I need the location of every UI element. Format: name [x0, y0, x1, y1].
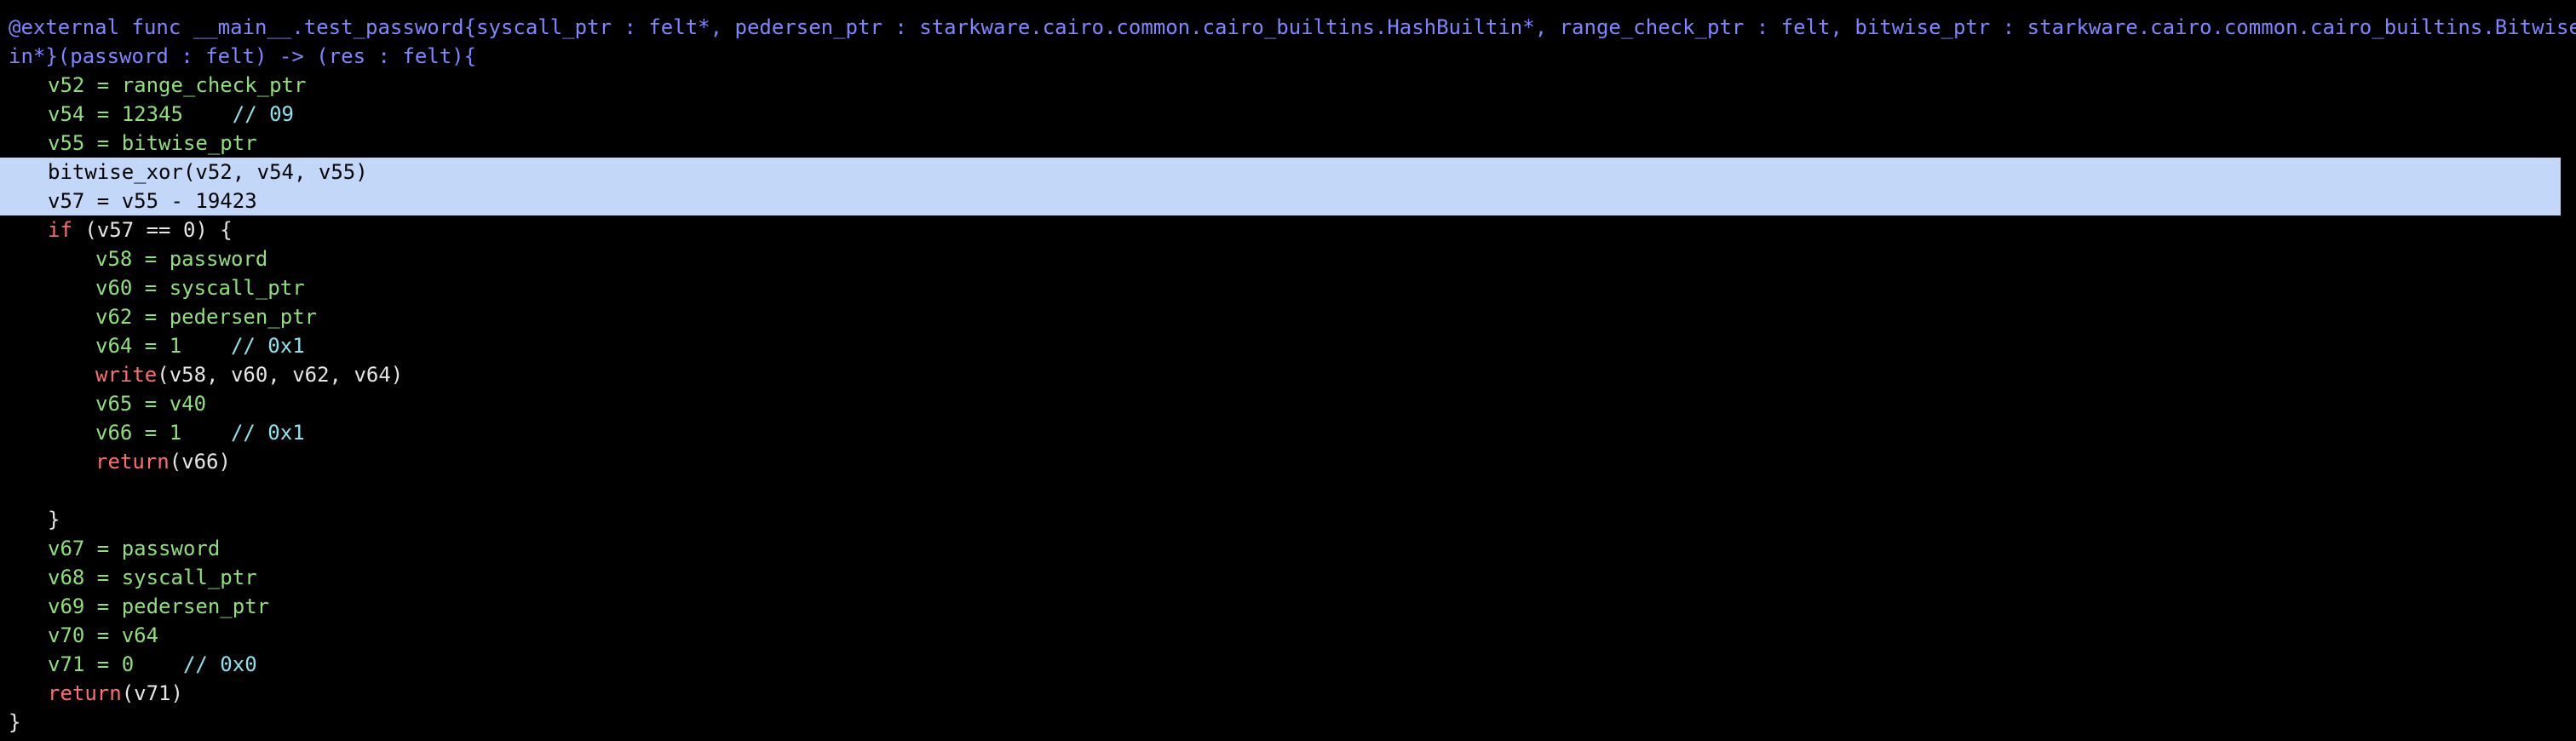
assignment: v58 = password: [95, 247, 268, 271]
code-line-17-blank[interactable]: [0, 476, 2576, 505]
assignment: v64 = 1: [95, 334, 182, 358]
function-signature-part-2: in*}(password : felt) -> (res : felt){: [9, 44, 477, 68]
code-line-19[interactable]: v67 = password: [0, 534, 2576, 563]
call-arguments: (v58, v60, v62, v64): [157, 363, 404, 387]
code-view[interactable]: @external func __main__.test_password{sy…: [0, 0, 2576, 741]
function-call: bitwise_xor(v52, v54, v55): [48, 160, 368, 184]
code-comment: // 09: [232, 102, 294, 126]
code-line-14[interactable]: v65 = v40: [0, 389, 2576, 418]
code-line-3[interactable]: v52 = range_check_ptr: [0, 71, 2576, 100]
code-line-7-selected[interactable]: v57 = v55 - 19423: [0, 187, 2561, 215]
code-line-5[interactable]: v55 = bitwise_ptr: [0, 129, 2576, 158]
code-line-24[interactable]: return(v71): [0, 679, 2576, 708]
keyword-return: return: [48, 681, 122, 705]
return-value: (v71): [121, 681, 183, 705]
code-line-22[interactable]: v70 = v64: [0, 621, 2576, 650]
keyword-write: write: [95, 363, 158, 387]
closing-brace: }: [9, 710, 21, 734]
function-signature-part-1: @external func __main__.test_password{sy…: [9, 15, 2576, 39]
assignment: v66 = 1: [95, 421, 182, 445]
code-line-20[interactable]: v68 = syscall_ptr: [0, 563, 2576, 592]
code-line-13[interactable]: write(v58, v60, v62, v64): [0, 360, 2576, 389]
assignment: v65 = v40: [95, 392, 207, 416]
code-line-16[interactable]: return(v66): [0, 447, 2576, 476]
code-line-2[interactable]: in*}(password : felt) -> (res : felt){: [0, 42, 2576, 71]
assignment: v67 = password: [48, 537, 221, 560]
assignment: v71 = 0: [48, 652, 135, 676]
condition: (v57 == 0) {: [72, 218, 233, 242]
code-line-11[interactable]: v62 = pedersen_ptr: [0, 302, 2576, 331]
code-line-6-selected[interactable]: bitwise_xor(v52, v54, v55): [0, 158, 2561, 187]
assignment: v52 = range_check_ptr: [48, 73, 307, 97]
code-comment: // 0x1: [230, 334, 305, 358]
keyword-if: if: [48, 218, 72, 242]
assignment: v62 = pedersen_ptr: [95, 305, 318, 329]
code-line-4[interactable]: v54 = 12345 // 09: [0, 100, 2576, 129]
return-value: (v66): [169, 450, 231, 474]
code-comment: // 0x1: [230, 421, 305, 445]
code-line-18[interactable]: }: [0, 505, 2576, 534]
keyword-return: return: [95, 450, 170, 474]
code-line-9[interactable]: v58 = password: [0, 244, 2576, 273]
assignment: v55 = bitwise_ptr: [48, 131, 257, 155]
assignment: v60 = syscall_ptr: [95, 276, 305, 300]
code-line-8[interactable]: if (v57 == 0) {: [0, 215, 2576, 244]
code-line-23[interactable]: v71 = 0 // 0x0: [0, 650, 2576, 679]
code-line-15[interactable]: v66 = 1 // 0x1: [0, 418, 2576, 447]
code-line-1[interactable]: @external func __main__.test_password{sy…: [0, 13, 2576, 42]
code-line-12[interactable]: v64 = 1 // 0x1: [0, 331, 2576, 360]
assignment: v54 = 12345: [48, 102, 183, 126]
code-line-21[interactable]: v69 = pedersen_ptr: [0, 592, 2576, 621]
assignment: v70 = v64: [48, 623, 159, 647]
code-line-10[interactable]: v60 = syscall_ptr: [0, 273, 2576, 302]
assignment: v68 = syscall_ptr: [48, 566, 257, 589]
assignment: v69 = pedersen_ptr: [48, 595, 270, 618]
assignment: v57 = v55 - 19423: [48, 189, 257, 213]
closing-brace: }: [48, 508, 60, 531]
code-line-25[interactable]: }: [0, 708, 2576, 737]
code-comment: // 0x0: [182, 652, 257, 676]
